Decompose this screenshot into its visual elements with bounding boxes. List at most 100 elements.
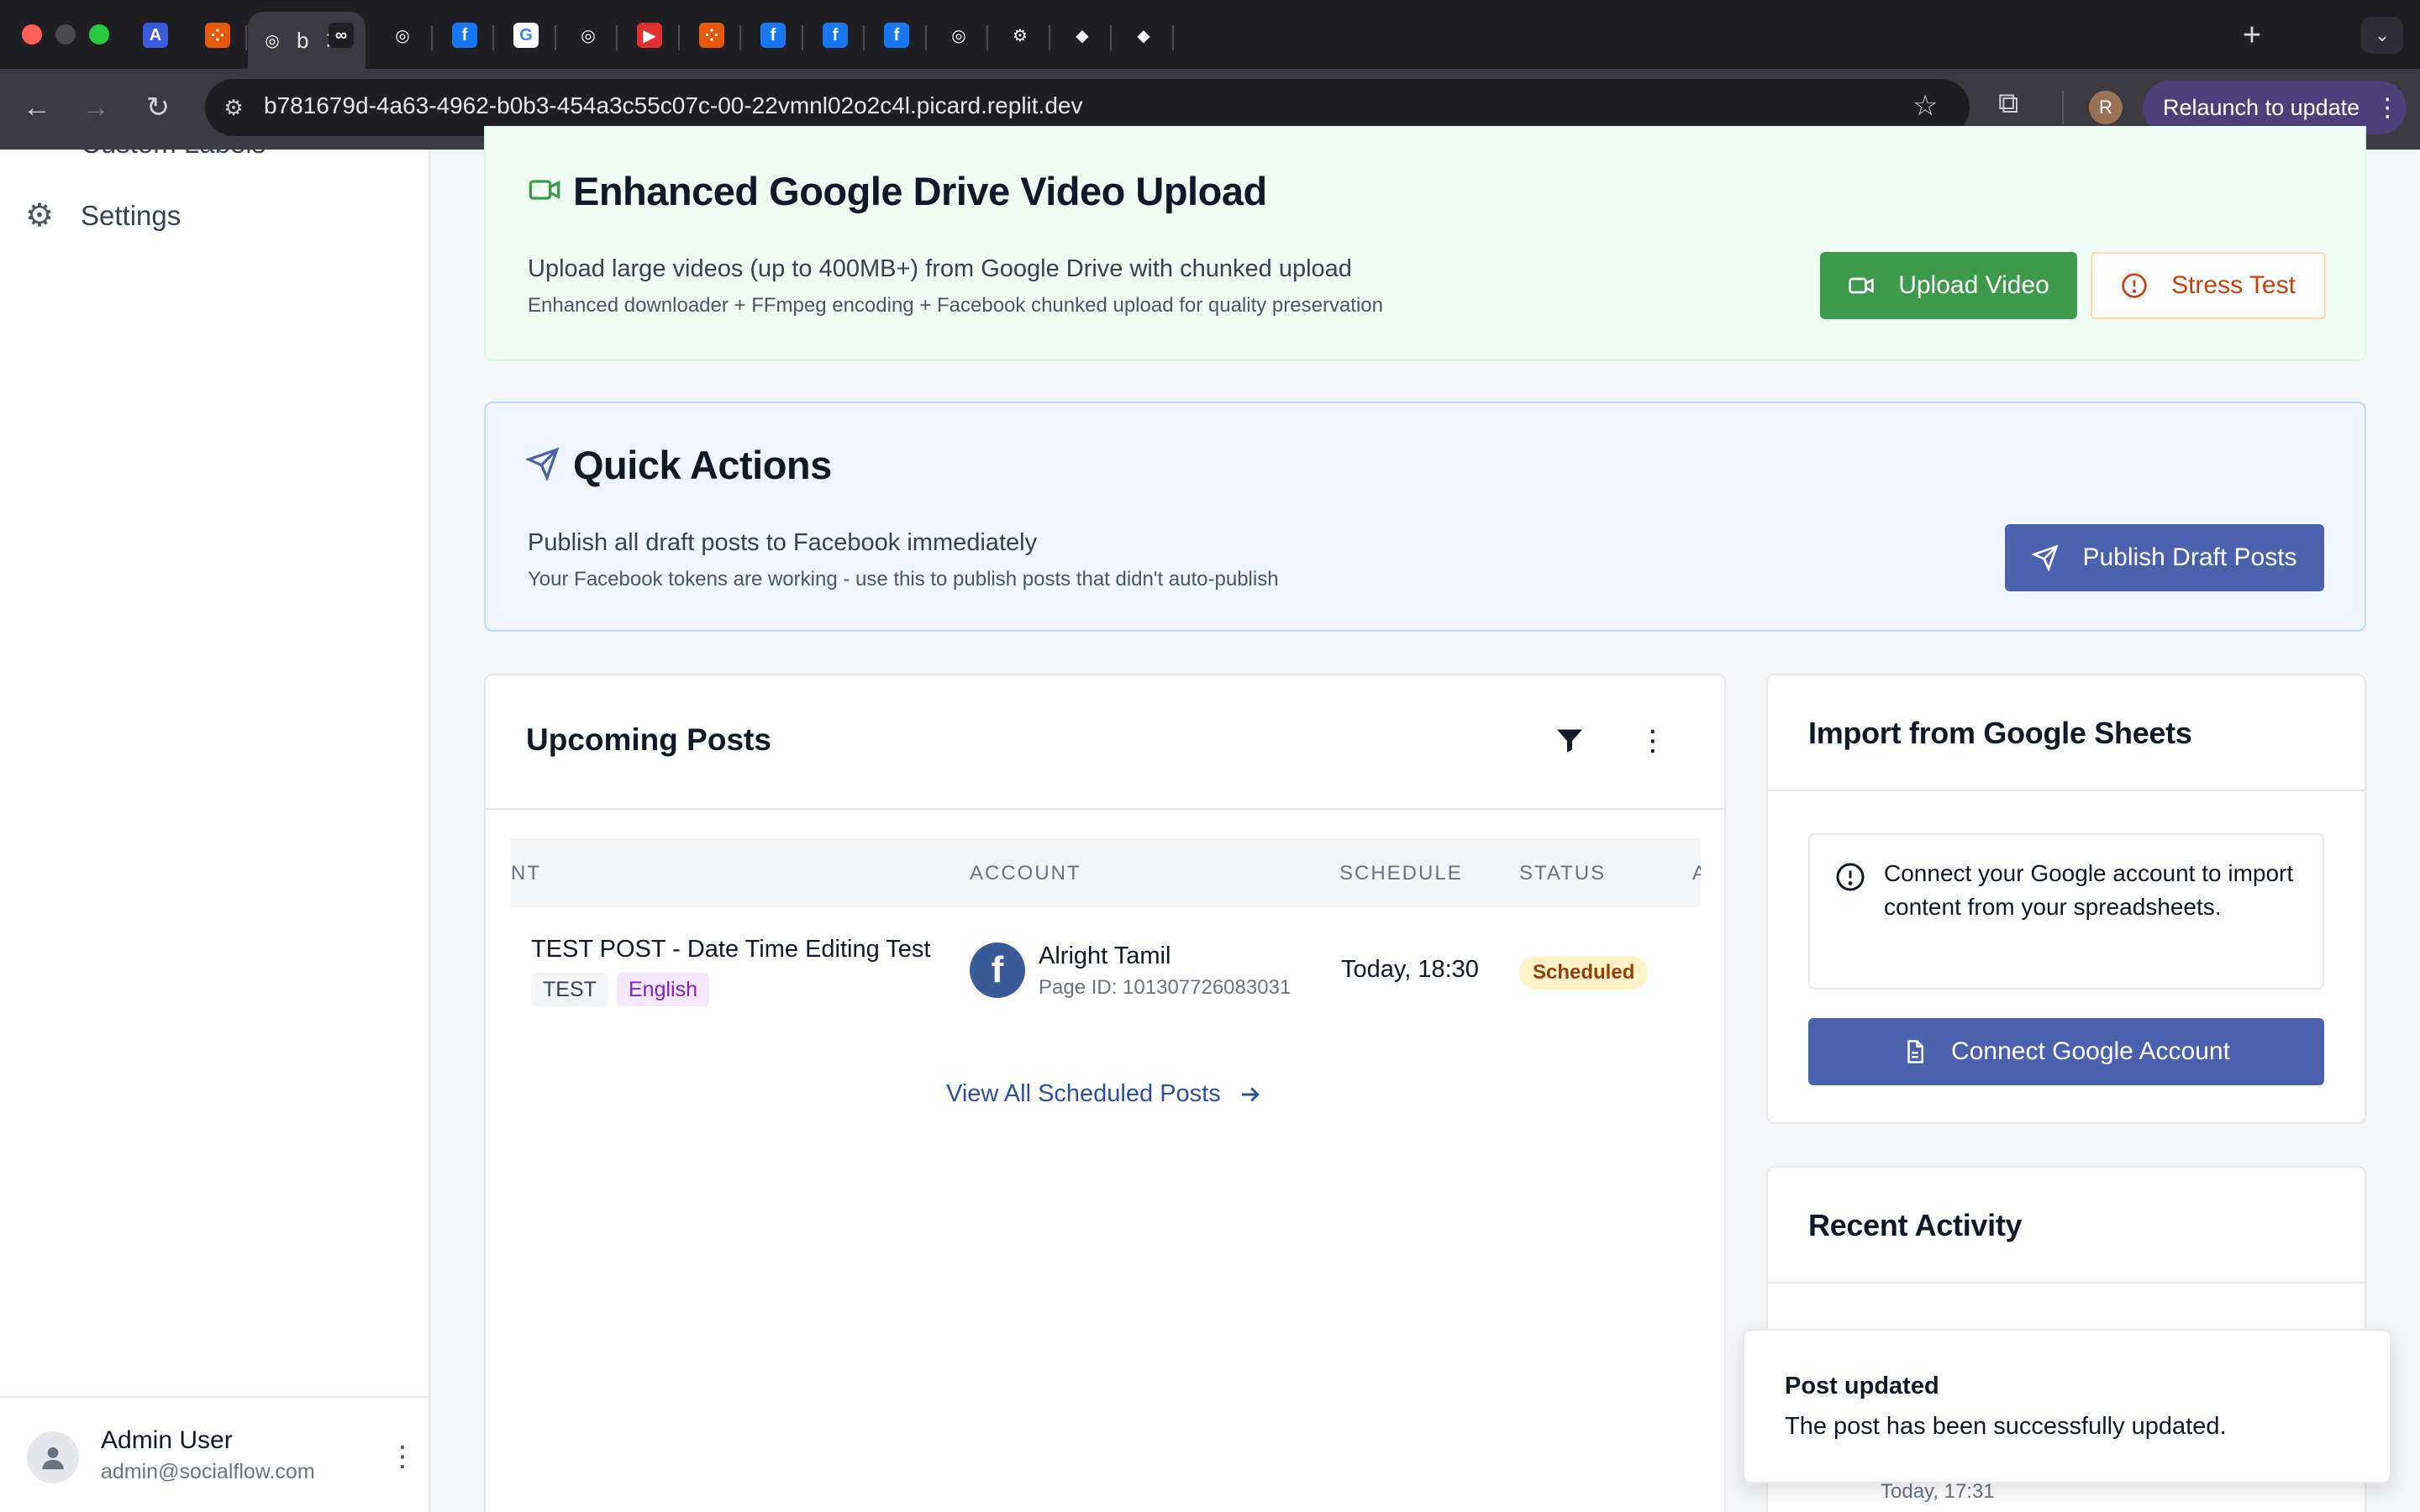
google-sheets-card: Import from Google Sheets Connect your G… [1766, 674, 2366, 1124]
send-icon [526, 447, 560, 480]
user-email: admin@socialflow.com [101, 1460, 315, 1483]
bookmark-star-icon[interactable]: ☆ [1912, 89, 1938, 123]
youtube-icon: ▶ [637, 23, 662, 48]
column-header-status[interactable]: STATUS [1519, 862, 1606, 885]
more-options-icon[interactable]: ⋮ [1639, 724, 1667, 758]
recent-activity-header: Recent Activity [1768, 1168, 2365, 1284]
browser-tab[interactable]: GCapt [502, 12, 560, 59]
video-upload-title: Enhanced Google Drive Video Upload [573, 169, 1267, 213]
quick-actions-subtext: Your Facebook tokens are working - use t… [528, 568, 1279, 591]
facebook-icon: f [970, 942, 1025, 998]
make-icon: ⁘ [699, 23, 724, 48]
user-avatar[interactable] [27, 1431, 79, 1483]
video-upload-description: Upload large videos (up to 400MB+) from … [528, 255, 1352, 282]
connect-google-account-button[interactable]: Connect Google Account [1808, 1018, 2324, 1085]
connect-notice-text: Connect your Google account to import co… [1884, 860, 2294, 920]
filter-icon[interactable] [1555, 726, 1585, 756]
column-header-actions[interactable]: A [1692, 862, 1701, 885]
person-icon [42, 1446, 64, 1470]
extensions-icon[interactable]: ⧉ [1998, 87, 2018, 120]
toast-title: Post updated [1785, 1373, 1939, 1399]
url-text[interactable]: b781679d-4a63-4962-b0b3-454a3c55c07c-00-… [264, 92, 1082, 119]
column-header-content[interactable]: NT [511, 862, 541, 885]
quick-actions-card: Quick Actions Publish all draft posts to… [484, 402, 2366, 632]
browser-tab[interactable]: f(20+ [872, 12, 931, 59]
google-icon: G [513, 23, 539, 48]
browser-tab[interactable]: ∞Meta [317, 12, 376, 59]
stress-test-label: Stress Test [2171, 271, 2296, 299]
browser-tab[interactable]: f(20+ [749, 12, 808, 59]
account-page-id: Page ID: 101307726083031 [1039, 976, 1292, 999]
browser-tab[interactable]: ◎cont [564, 12, 623, 59]
cursor-icon: ◆ [1070, 23, 1095, 48]
column-header-schedule[interactable]: SCHEDULE [1339, 862, 1463, 885]
quick-actions-title: Quick Actions [573, 443, 832, 487]
post-schedule: Today, 18:30 [1341, 956, 1479, 983]
browser-tab[interactable]: ⚙Setti [996, 12, 1055, 59]
browser-tab[interactable]: ⁘Acco [687, 12, 746, 59]
browser-tab[interactable]: ⁘Face [193, 12, 252, 59]
site-settings-icon[interactable]: ⚙ [217, 91, 250, 124]
browser-tab[interactable]: ▶DELI [625, 12, 684, 59]
activity-timestamp: Today, 17:31 [1881, 1480, 1995, 1503]
user-profile-bar: Admin User admin@socialflow.com ⋮ [0, 1396, 429, 1512]
account-name: Alright Tamil [1039, 942, 1171, 969]
globe-icon: ◎ [260, 28, 285, 53]
alert-circle-icon [2122, 273, 2147, 298]
column-header-account[interactable]: ACCOUNT [970, 862, 1081, 885]
status-badge: Scheduled [1519, 956, 1649, 990]
browser-tab[interactable]: ◆Curs [1119, 12, 1178, 59]
reload-icon[interactable]: ↻ [138, 87, 178, 128]
browser-tab[interactable]: ◎socia [378, 12, 437, 59]
send-icon [2032, 544, 2059, 571]
document-icon [1907, 1040, 1924, 1063]
sidebar-item-settings[interactable]: ⚙ Settings [25, 200, 181, 232]
maximize-window-icon[interactable] [89, 24, 109, 45]
browser-tab[interactable]: f(20+ [811, 12, 870, 59]
user-menu-icon[interactable]: ⋮ [388, 1440, 417, 1473]
facebook-icon: f [452, 23, 477, 48]
anthropic-icon: A [143, 23, 168, 48]
upcoming-posts-title: Upcoming Posts [526, 722, 771, 757]
arrow-right-icon [1241, 1086, 1260, 1102]
publish-draft-posts-button[interactable]: Publish Draft Posts [2005, 524, 2324, 591]
tab-title: b [297, 27, 309, 53]
posts-table-header: NT ACCOUNT SCHEDULE STATUS A [511, 838, 1701, 907]
google-sheets-title: Import from Google Sheets [1808, 716, 2192, 750]
toolbar-divider [2062, 91, 2064, 124]
minimize-window-icon[interactable] [55, 24, 76, 45]
facebook-icon: f [884, 23, 909, 48]
post-tag: TEST [531, 973, 608, 1006]
sidebar: Custom Labels ⚙ Settings Admin User admi… [0, 150, 430, 1512]
cursor-icon: ◆ [1131, 23, 1156, 48]
browser-tab[interactable]: ◆Curs [1058, 12, 1117, 59]
user-name: Admin User [101, 1426, 233, 1454]
toast-notification[interactable]: Post updated The post has been successfu… [1743, 1329, 2391, 1483]
upload-video-button[interactable]: Upload Video [1820, 252, 2077, 319]
view-all-scheduled-posts-link[interactable]: View All Scheduled Posts [946, 1080, 1263, 1108]
info-circle-icon [1836, 863, 1865, 891]
video-upload-subtext: Enhanced downloader + FFmpeg encoding + … [528, 294, 1383, 317]
close-window-icon[interactable] [22, 24, 42, 45]
tab-search-button[interactable]: ⌄ [2361, 17, 2403, 54]
video-camera-icon [529, 180, 560, 200]
browser-tab[interactable]: f(20+ [440, 12, 499, 59]
browser-tab[interactable]: ◎socia [934, 12, 993, 59]
forward-icon[interactable]: → [76, 87, 116, 128]
recent-activity-title: Recent Activity [1808, 1208, 2023, 1242]
post-content-title[interactable]: TEST POST - Date Time Editing Test [531, 936, 930, 963]
stress-test-button[interactable]: Stress Test [2091, 252, 2326, 319]
meta-icon: ∞ [329, 23, 354, 48]
connect-notice: Connect your Google account to import co… [1808, 833, 2324, 990]
browser-tab[interactable]: AAsse [131, 12, 190, 59]
back-icon[interactable]: ← [17, 87, 57, 128]
video-upload-card: Enhanced Google Drive Video Upload Uploa… [484, 126, 2366, 361]
facebook-icon: f [760, 23, 786, 48]
relaunch-label: Relaunch to update [2163, 94, 2360, 120]
gear-icon: ⚙ [25, 198, 55, 234]
new-tab-button[interactable]: + [2233, 17, 2270, 54]
globe-icon: ◎ [390, 23, 415, 48]
profile-avatar[interactable]: R [2089, 91, 2123, 124]
quick-actions-description: Publish all draft posts to Facebook imme… [528, 529, 1038, 556]
facebook-icon: f [823, 23, 848, 48]
